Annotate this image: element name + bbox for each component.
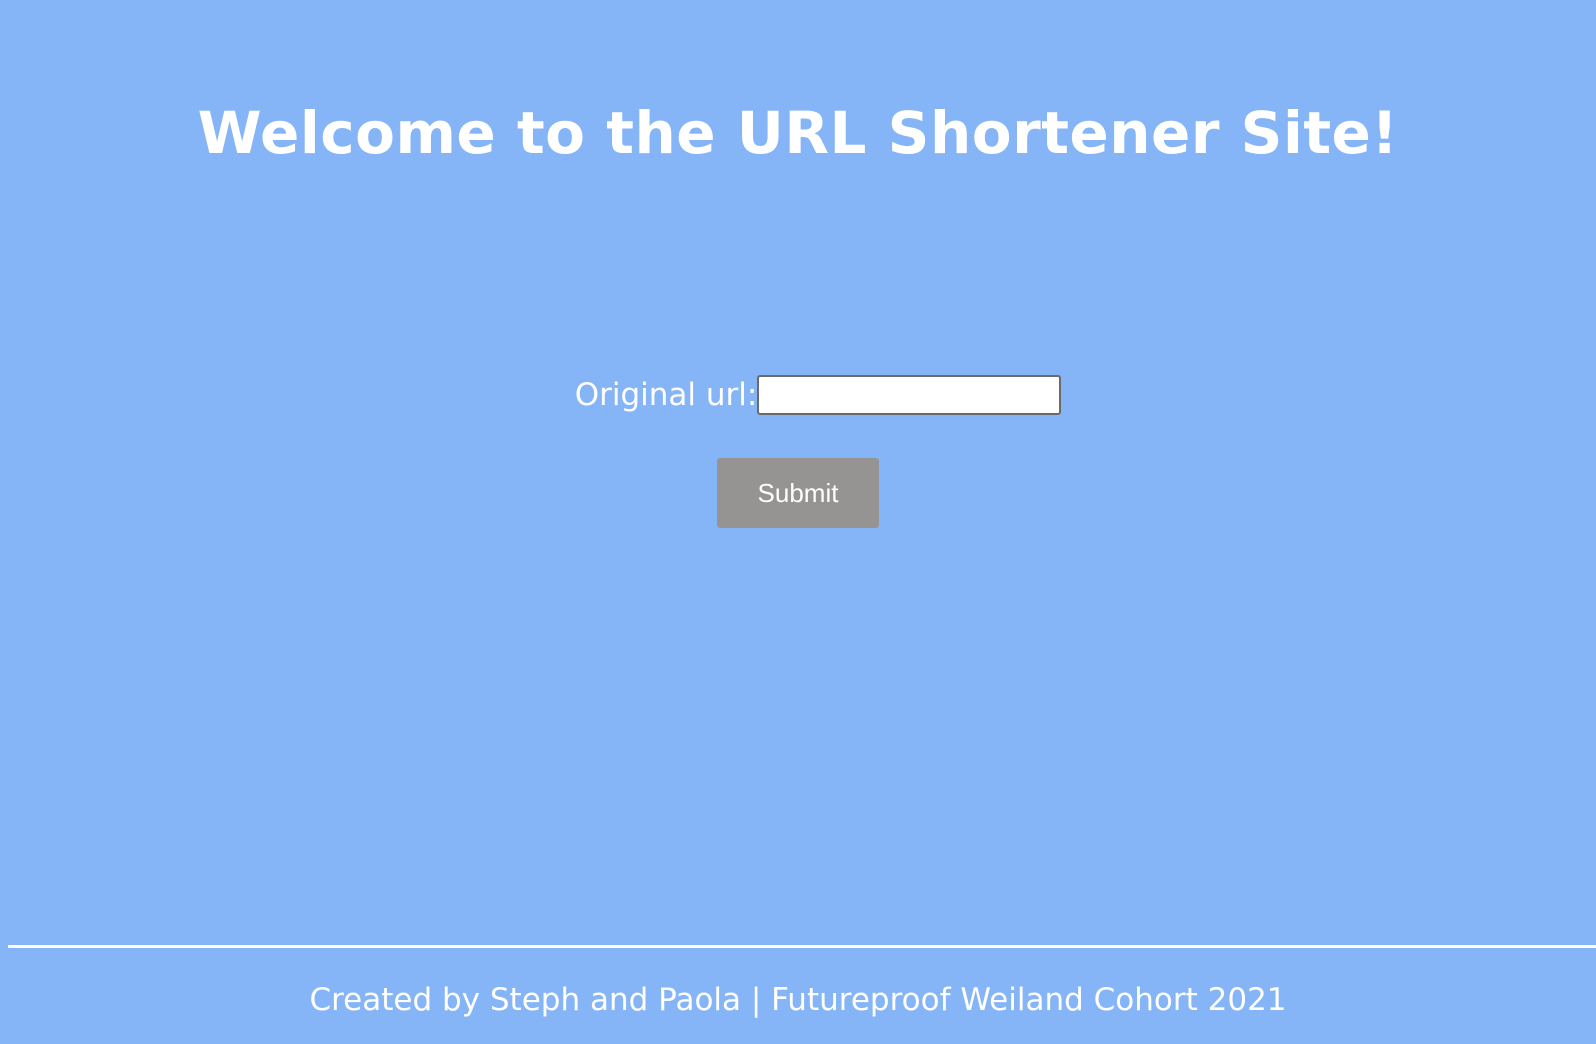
url-form: Original url: [0,374,1596,416]
footer-divider [8,945,1596,948]
url-row: Original url: [0,374,1596,416]
page-title: Welcome to the URL Shortener Site! [197,99,1399,167]
original-url-input[interactable] [757,375,1062,415]
footer-credit: Created by Steph and Paola | Futureproof… [309,982,1287,1018]
original-url-label: Original url: [574,377,758,413]
submit-button[interactable]: Submit [717,458,879,528]
